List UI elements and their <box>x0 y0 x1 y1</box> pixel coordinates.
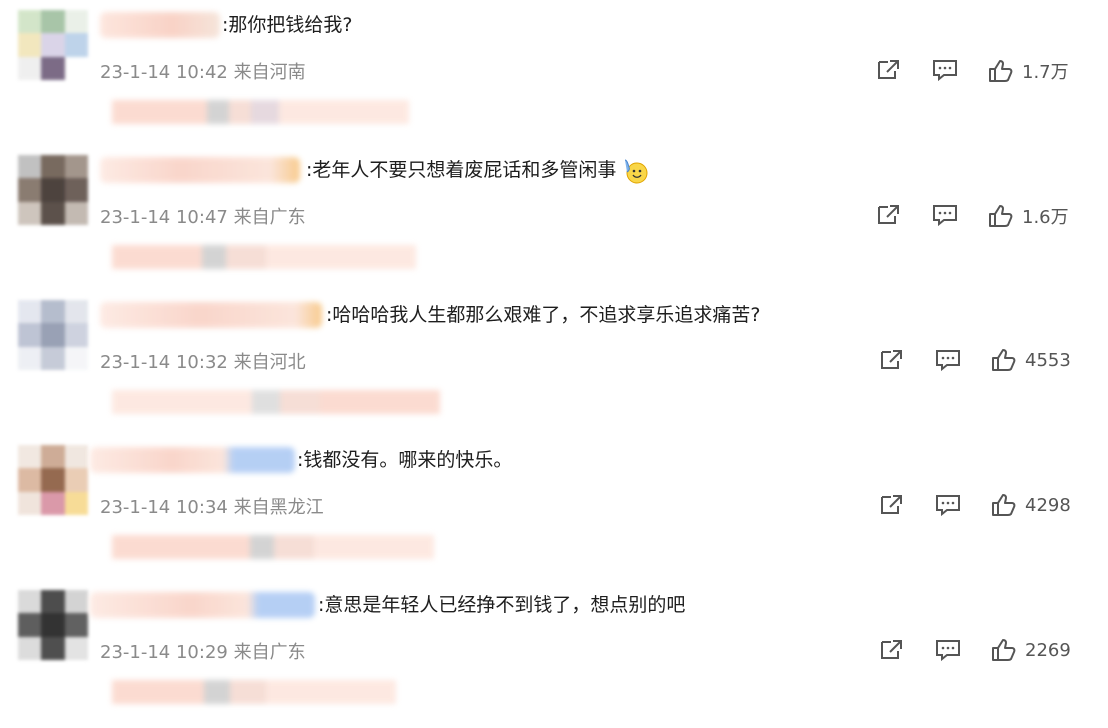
share-button[interactable] <box>878 493 904 517</box>
thumbs-up-icon <box>992 349 1016 371</box>
username[interactable] <box>100 12 220 38</box>
reply-preview <box>112 100 409 124</box>
avatar[interactable] <box>18 10 88 80</box>
comment-text: :那你把钱给我? <box>222 14 353 36</box>
location: 来自广东 <box>233 642 306 663</box>
comment-icon <box>933 60 957 82</box>
like-button[interactable]: 1.6万 <box>988 203 1069 229</box>
comment-icon <box>933 205 957 227</box>
comment-meta: 23-1-14 10:34 来自黑龙江 <box>100 493 324 519</box>
reply-preview <box>112 390 440 414</box>
share-button[interactable] <box>878 638 904 662</box>
location: 来自河北 <box>233 352 306 373</box>
comment-icon <box>936 495 960 517</box>
like-count: 2269 <box>1025 639 1071 661</box>
timestamp: 23-1-14 10:29 <box>100 642 228 663</box>
comment-button[interactable] <box>932 203 958 227</box>
username[interactable] <box>90 592 315 618</box>
avatar[interactable] <box>18 300 88 370</box>
comment-item: :哈哈哈我人生都那么艰难了，不追求享乐追求痛苦? 23-1-14 10:32 来… <box>0 290 1108 435</box>
location: 来自广东 <box>233 207 306 228</box>
share-button[interactable] <box>875 58 901 82</box>
comment-button[interactable] <box>935 493 961 517</box>
waving-smiley-emoji-icon <box>622 158 648 184</box>
like-count: 4298 <box>1025 494 1071 516</box>
comment-text: :哈哈哈我人生都那么艰难了，不追求享乐追求痛苦? <box>326 304 761 326</box>
comment-meta: 23-1-14 10:29 来自广东 <box>100 638 306 664</box>
comment-icon <box>936 350 960 372</box>
comment-meta: 23-1-14 10:32 来自河北 <box>100 348 306 374</box>
reply-preview <box>112 245 416 269</box>
comment-text: :钱都没有。哪来的快乐。 <box>297 449 513 471</box>
comment-button[interactable] <box>935 638 961 662</box>
username[interactable] <box>90 447 295 473</box>
thumbs-up-icon <box>992 639 1016 661</box>
comment-item: :意思是年轻人已经挣不到钱了，想点别的吧 23-1-14 10:29 来自广东 … <box>0 580 1108 725</box>
like-button[interactable]: 1.7万 <box>988 58 1069 84</box>
like-button[interactable]: 4298 <box>991 493 1071 517</box>
like-button[interactable]: 2269 <box>991 638 1071 662</box>
share-icon <box>881 640 902 659</box>
comment-meta: 23-1-14 10:42 来自河南 <box>100 58 306 84</box>
reply-preview <box>112 535 434 559</box>
share-button[interactable] <box>878 348 904 372</box>
like-count: 1.7万 <box>1022 62 1069 83</box>
share-icon <box>878 205 899 224</box>
timestamp: 23-1-14 10:34 <box>100 497 228 518</box>
comment-text: :意思是年轻人已经挣不到钱了，想点别的吧 <box>318 594 686 616</box>
like-button[interactable]: 4553 <box>991 348 1071 372</box>
like-count: 4553 <box>1025 349 1071 371</box>
location: 来自河南 <box>233 62 306 83</box>
comment-text: :老年人不要只想着废屁话和多管闲事 <box>306 157 648 184</box>
like-count: 1.6万 <box>1022 207 1069 228</box>
thumbs-up-icon <box>989 60 1013 82</box>
username[interactable] <box>100 157 300 183</box>
timestamp: 23-1-14 10:42 <box>100 62 228 83</box>
comment-item: :老年人不要只想着废屁话和多管闲事 23-1-14 10:47 来自广东 1.6… <box>0 145 1108 290</box>
avatar[interactable] <box>18 590 88 660</box>
reply-preview <box>112 680 396 704</box>
comment-button[interactable] <box>935 348 961 372</box>
timestamp: 23-1-14 10:32 <box>100 352 228 373</box>
comment-item: :钱都没有。哪来的快乐。 23-1-14 10:34 来自黑龙江 4298 <box>0 435 1108 580</box>
comment-item: :那你把钱给我? 23-1-14 10:42 来自河南 1.7万 <box>0 0 1108 145</box>
comment-icon <box>936 640 960 662</box>
comment-meta: 23-1-14 10:47 来自广东 <box>100 203 306 229</box>
avatar[interactable] <box>18 155 88 225</box>
share-icon <box>881 350 902 369</box>
username[interactable] <box>100 302 322 328</box>
timestamp: 23-1-14 10:47 <box>100 207 228 228</box>
comment-button[interactable] <box>932 58 958 82</box>
location: 来自黑龙江 <box>233 497 324 518</box>
thumbs-up-icon <box>989 205 1013 227</box>
avatar[interactable] <box>18 445 88 515</box>
share-button[interactable] <box>875 203 901 227</box>
share-icon <box>878 60 899 79</box>
share-icon <box>881 495 902 514</box>
thumbs-up-icon <box>992 494 1016 516</box>
